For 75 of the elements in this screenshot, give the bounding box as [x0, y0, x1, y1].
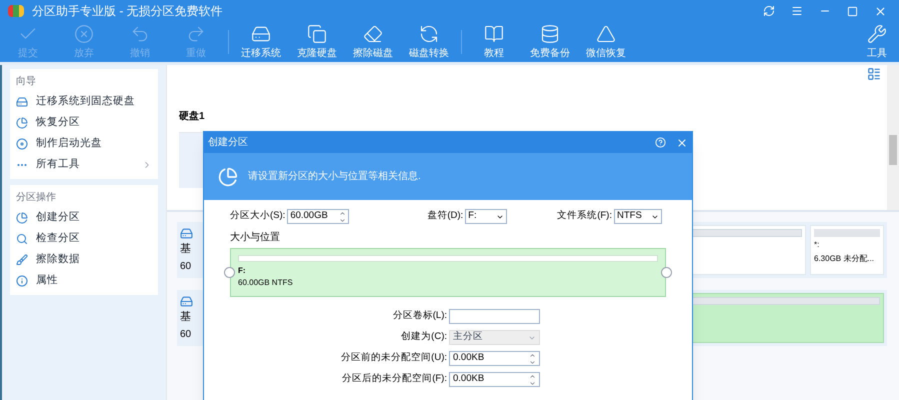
- sidebar-item[interactable]: 属性: [16, 270, 152, 291]
- copy-icon: [307, 24, 327, 44]
- input-field[interactable]: 0.00KB: [449, 372, 540, 387]
- close-icon[interactable]: [676, 136, 688, 148]
- refresh-icon: [419, 24, 439, 44]
- brush-icon: [16, 254, 28, 266]
- field-label: 盘符(D):: [427, 209, 464, 224]
- disk-size: 60: [180, 260, 192, 274]
- disc-icon: [16, 138, 28, 150]
- tools-button[interactable]: 工具: [855, 22, 899, 62]
- banner-text: 请设置新分区的大小与位置等相关信息.: [248, 170, 421, 184]
- app-logo-icon: [8, 5, 24, 17]
- disk-name: 基: [180, 310, 191, 325]
- section-title: 向导: [16, 75, 37, 89]
- partition-letter: *:: [814, 239, 820, 251]
- triangle-icon: [596, 24, 616, 44]
- toolbar-button[interactable]: 克隆硬盘: [289, 22, 345, 62]
- view-toggle-icon[interactable]: [867, 67, 881, 81]
- pie-chart-icon: [218, 166, 238, 186]
- toolbar-button[interactable]: 擦除磁盘: [345, 22, 401, 62]
- resize-handle[interactable]: [661, 267, 672, 278]
- help-icon[interactable]: [655, 137, 666, 148]
- sidebar-item[interactable]: 制作启动光盘: [16, 133, 152, 154]
- toolbar-button[interactable]: 磁盘转换: [401, 22, 457, 62]
- field-label: 创建为(C):: [400, 330, 448, 344]
- window-title: 分区助手专业版 - 无损分区免费软件: [32, 3, 223, 20]
- disk-name: 基: [180, 242, 191, 257]
- database-icon: [540, 24, 560, 44]
- drive-icon: [16, 96, 28, 108]
- sidebar-item[interactable]: 创建分区: [16, 207, 152, 228]
- file-system-select[interactable]: NTFS: [614, 209, 662, 224]
- field-label: 分区前的未分配空间(U):: [340, 351, 448, 366]
- partition-detail: 60.00GB NTFS: [238, 277, 294, 289]
- dialog-title: 创建分区: [208, 136, 248, 150]
- pie-chart-icon: [16, 116, 28, 128]
- sidebar-item[interactable]: 迁移系统到固态硬盘: [16, 91, 152, 112]
- field-label: 分区后的未分配空间(F):: [341, 372, 448, 386]
- info-icon: [16, 274, 28, 286]
- partition-detail: 6.30GB 未分配...: [814, 253, 876, 265]
- maximize-icon[interactable]: [847, 6, 858, 16]
- book-icon: [484, 24, 504, 44]
- section-title: 大小与位置: [230, 230, 281, 245]
- input-field[interactable]: [449, 309, 540, 324]
- partition-letter: F:: [238, 265, 247, 277]
- toolbar-button[interactable]: 教程: [466, 22, 522, 62]
- section-title: 分区操作: [16, 191, 57, 205]
- close-icon[interactable]: [874, 4, 887, 18]
- sidebar-item[interactable]: 检查分区: [16, 228, 152, 249]
- circle-x-icon: [74, 24, 94, 44]
- drive-icon: [180, 227, 193, 240]
- toolbar-button[interactable]: 迁移系统: [233, 22, 289, 62]
- eraser-icon: [363, 24, 383, 44]
- disk-label: 硬盘1: [179, 110, 206, 124]
- disk-size: 60: [180, 328, 192, 342]
- size-field[interactable]: 60.00GB: [287, 209, 350, 224]
- partition-block[interactable]: *: 6.30GB 未分配...: [810, 225, 884, 275]
- sidebar-item[interactable]: 恢复分区: [16, 112, 152, 133]
- resize-handle[interactable]: [224, 267, 235, 278]
- field-label: 文件系统(F):: [557, 209, 612, 224]
- input-field[interactable]: 0.00KB: [449, 351, 540, 366]
- field-label: 分区卷标(L):: [392, 309, 448, 324]
- scrollbar[interactable]: [887, 65, 899, 210]
- sidebar-item[interactable]: 擦除数据: [16, 249, 152, 270]
- sidebar-item[interactable]: 所有工具: [16, 154, 152, 175]
- field-label: 分区大小(S):: [230, 209, 286, 224]
- toolbar-button[interactable]: 微信恢复: [578, 22, 634, 62]
- drive-letter-select[interactable]: F:: [465, 209, 508, 224]
- partition-bar[interactable]: F: 60.00GB NTFS: [230, 248, 666, 297]
- refresh-icon[interactable]: [763, 5, 775, 17]
- wrench-icon: [867, 24, 887, 44]
- menu-icon[interactable]: [791, 5, 803, 17]
- search-icon: [16, 232, 28, 244]
- drive-icon: [180, 295, 193, 308]
- pie-chart-icon: [16, 212, 28, 224]
- toolbar-button[interactable]: 免费备份: [522, 22, 578, 62]
